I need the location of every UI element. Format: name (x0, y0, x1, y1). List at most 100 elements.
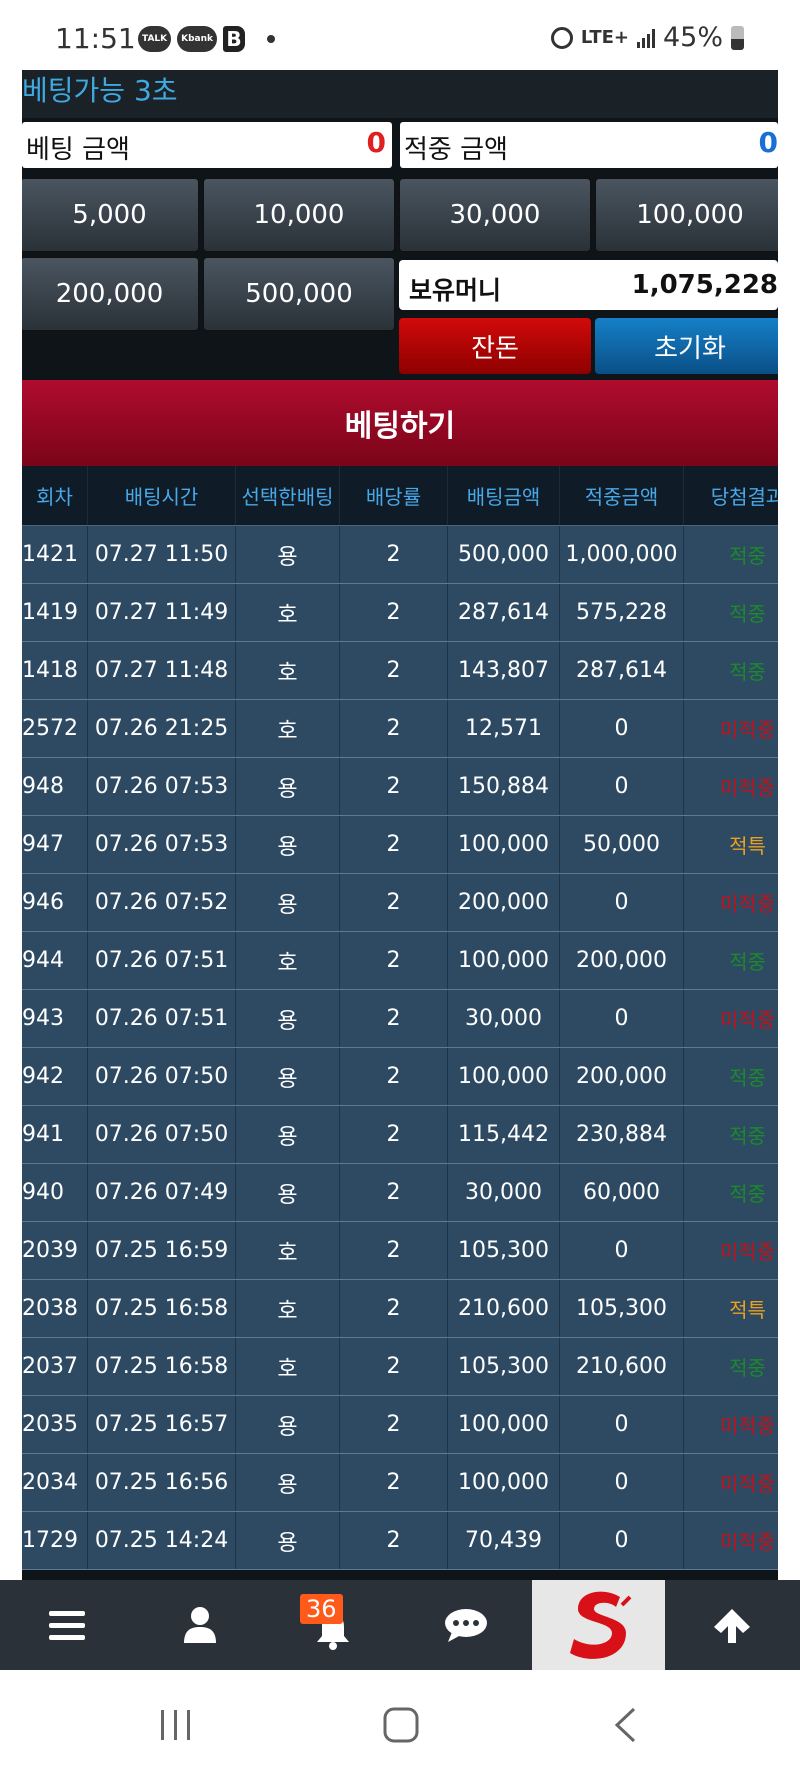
cell-odds: 2 (340, 1222, 448, 1279)
cell-pick: 용 (236, 1396, 340, 1453)
back-icon[interactable] (612, 1706, 638, 1744)
cell-result: 적중 (684, 1106, 778, 1163)
cell-result: 미적중 (684, 990, 778, 1047)
cell-pick: 용 (236, 1048, 340, 1105)
table-row: 948 07.26 07:53 용 2 150,884 0 미적중 (22, 758, 778, 816)
cell-time: 07.26 21:25 (88, 700, 236, 757)
place-bet-button[interactable]: 베팅하기 (22, 380, 778, 466)
home-icon[interactable] (382, 1706, 420, 1744)
cell-time: 07.26 07:49 (88, 1164, 236, 1221)
header-result: 당첨결과 (684, 466, 778, 525)
balance-box: 보유머니 1,075,228 (399, 260, 778, 310)
cell-round: 2039 (22, 1222, 88, 1279)
bottom-nav: 36 (0, 1580, 800, 1670)
talk-icon: TALK (138, 26, 172, 52)
kbank-icon: Kbank (177, 26, 218, 52)
cell-pick: 용 (236, 1512, 340, 1569)
header-time: 배팅시간 (88, 466, 236, 525)
cell-result: 미적중 (684, 1454, 778, 1511)
chip-500000-button[interactable]: 500,000 (203, 257, 395, 331)
cell-win-amount: 0 (560, 700, 684, 757)
cell-pick: 용 (236, 874, 340, 931)
chip-100000-button[interactable]: 100,000 (595, 178, 778, 252)
table-row: 2038 07.25 16:58 호 2 210,600 105,300 적특 (22, 1280, 778, 1338)
chip-30000-button[interactable]: 30,000 (399, 178, 591, 252)
cell-bet-amount: 143,807 (448, 642, 560, 699)
notifications-button[interactable]: 36 (266, 1580, 399, 1670)
more-notifications-dot (267, 35, 276, 43)
bet-history-table: 회차 배팅시간 선택한배팅 배당률 배팅금액 적중금액 당첨결과 1421 07.… (22, 466, 778, 1570)
table-row: 1418 07.27 11:48 호 2 143,807 287,614 적중 (22, 642, 778, 700)
cell-round: 944 (22, 932, 88, 989)
cell-bet-amount: 100,000 (448, 1396, 560, 1453)
cell-time: 07.27 11:50 (88, 526, 236, 583)
cell-result: 적중 (684, 642, 778, 699)
cell-pick: 호 (236, 1280, 340, 1337)
cell-pick: 호 (236, 642, 340, 699)
cell-bet-amount: 100,000 (448, 932, 560, 989)
cell-time: 07.27 11:49 (88, 584, 236, 641)
cell-result: 미적중 (684, 758, 778, 815)
table-row: 1419 07.27 11:49 호 2 287,614 575,228 적중 (22, 584, 778, 642)
cell-pick: 호 (236, 1338, 340, 1395)
cell-bet-amount: 210,600 (448, 1280, 560, 1337)
chip-5000-button[interactable]: 5,000 (22, 178, 199, 252)
table-row: 2037 07.25 16:58 호 2 105,300 210,600 적중 (22, 1338, 778, 1396)
cell-round: 947 (22, 816, 88, 873)
site-logo-button[interactable] (532, 1580, 665, 1670)
cell-pick: 호 (236, 1222, 340, 1279)
scroll-top-button[interactable] (665, 1580, 798, 1670)
cell-time: 07.25 16:57 (88, 1396, 236, 1453)
table-row: 944 07.26 07:51 호 2 100,000 200,000 적중 (22, 932, 778, 990)
change-button[interactable]: 잔돈 (399, 318, 591, 374)
cell-result: 미적중 (684, 700, 778, 757)
table-header: 회차 배팅시간 선택한배팅 배당률 배팅금액 적중금액 당첨결과 (22, 466, 778, 526)
cell-odds: 2 (340, 700, 448, 757)
profile-button[interactable] (133, 1580, 266, 1670)
cell-win-amount: 287,614 (560, 642, 684, 699)
cell-odds: 2 (340, 874, 448, 931)
cell-odds: 2 (340, 1164, 448, 1221)
battery-percent: 45% (662, 22, 723, 53)
notification-count-badge: 36 (300, 1594, 343, 1624)
site-logo (569, 1591, 631, 1659)
cell-round: 943 (22, 990, 88, 1047)
chip-200000-button[interactable]: 200,000 (22, 257, 199, 331)
cell-bet-amount: 100,000 (448, 1454, 560, 1511)
cell-round: 1419 (22, 584, 88, 641)
bet-amount-value: 0 (366, 126, 386, 159)
betting-panel: 베팅가능 3초 베팅 금액 0 적중 금액 0 5,000 10,000 30,… (22, 70, 778, 1580)
bet-amount-box: 베팅 금액 0 (22, 122, 392, 168)
cell-odds: 2 (340, 642, 448, 699)
arrow-up-icon (713, 1609, 750, 1643)
cell-pick: 용 (236, 1454, 340, 1511)
cell-odds: 2 (340, 816, 448, 873)
cell-result: 적중 (684, 584, 778, 641)
cell-odds: 2 (340, 526, 448, 583)
system-indicators: LTE+ 45% (550, 22, 744, 53)
reset-button[interactable]: 초기화 (595, 318, 778, 374)
chat-button[interactable] (399, 1580, 532, 1670)
chip-10000-button[interactable]: 10,000 (203, 178, 395, 252)
table-row: 2572 07.26 21:25 호 2 12,571 0 미적중 (22, 700, 778, 758)
cell-result: 미적중 (684, 1396, 778, 1453)
cell-bet-amount: 115,442 (448, 1106, 560, 1163)
cell-pick: 호 (236, 584, 340, 641)
cell-round: 2572 (22, 700, 88, 757)
balance-value: 1,075,228 (631, 270, 778, 300)
recent-apps-icon[interactable] (158, 1708, 194, 1742)
cell-bet-amount: 150,884 (448, 758, 560, 815)
cell-win-amount: 1,000,000 (560, 526, 684, 583)
menu-button[interactable] (0, 1580, 133, 1670)
cell-win-amount: 0 (560, 874, 684, 931)
cell-odds: 2 (340, 1048, 448, 1105)
win-amount-box: 적중 금액 0 (400, 122, 778, 168)
cell-round: 2037 (22, 1338, 88, 1395)
cell-bet-amount: 287,614 (448, 584, 560, 641)
cell-result: 미적중 (684, 1512, 778, 1569)
cell-odds: 2 (340, 1512, 448, 1569)
cell-time: 07.25 14:24 (88, 1512, 236, 1569)
cell-time: 07.27 11:48 (88, 642, 236, 699)
cell-pick: 용 (236, 816, 340, 873)
header-round: 회차 (22, 466, 88, 525)
